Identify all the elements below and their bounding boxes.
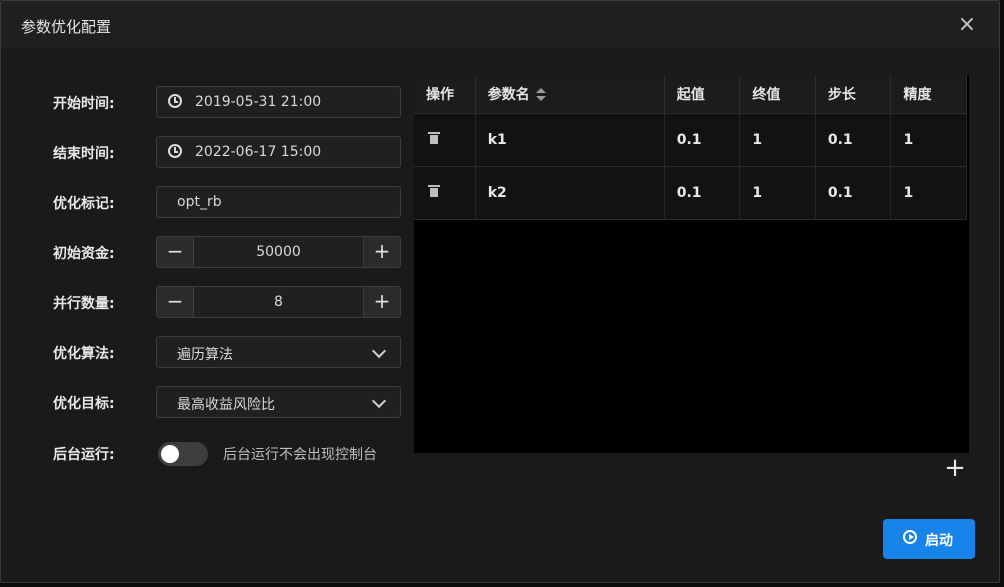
optimization-dialog: 参数优化配置 × 开始时间: 2019-05-31 21:00 结束时间: 20… (0, 0, 1000, 583)
play-icon (903, 530, 917, 544)
row-action-cell (414, 113, 476, 167)
start-time-value: 2019-05-31 21:00 (195, 94, 322, 110)
start-value-cell[interactable]: 0.1 (664, 113, 741, 167)
initial-capital-stepper: − 50000 + (156, 236, 401, 268)
trash-icon[interactable] (428, 132, 440, 144)
start-value-cell[interactable]: 0.1 (664, 166, 741, 220)
col-header-action: 操作 (414, 75, 476, 114)
opt-tag-input[interactable]: opt_rb (156, 186, 401, 218)
dialog-title: 参数优化配置 (21, 18, 112, 36)
col-header-step: 步长 (815, 75, 892, 114)
trash-icon[interactable] (428, 185, 440, 197)
opt-tag-value: opt_rb (177, 194, 222, 210)
add-row-button[interactable]: + (943, 455, 967, 481)
background-run-hint: 后台运行不会出现控制台 (223, 447, 377, 463)
objective-label: 优化目标: (53, 396, 115, 412)
params-table-container: 操作 参数名 起值 终值 步长 精度 k1 0.1 1 0.1 1 k2 0.1… (414, 75, 969, 453)
chevron-down-icon (371, 393, 387, 409)
initial-capital-value[interactable]: 50000 (194, 244, 363, 260)
start-time-input[interactable]: 2019-05-31 21:00 (156, 86, 401, 118)
col-header-start: 起值 (664, 75, 741, 114)
initial-capital-label: 初始资金: (53, 246, 115, 262)
background-run-label: 后台运行: (53, 447, 115, 463)
table-row: k2 0.1 1 0.1 1 (414, 166, 967, 220)
sort-icon[interactable] (535, 88, 546, 102)
algorithm-label: 优化算法: (53, 346, 115, 362)
decrement-button[interactable]: − (157, 287, 194, 317)
increment-button[interactable]: + (363, 287, 400, 317)
table-row: k1 0.1 1 0.1 1 (414, 113, 967, 167)
objective-value: 最高收益风险比 (177, 397, 275, 413)
end-time-label: 结束时间: (53, 146, 115, 162)
parallel-count-value[interactable]: 8 (194, 294, 363, 310)
col-header-precision: 精度 (890, 75, 967, 114)
parallel-count-label: 并行数量: (53, 296, 115, 312)
end-value-cell[interactable]: 1 (739, 166, 816, 220)
start-time-label: 开始时间: (53, 96, 115, 112)
clock-icon (168, 144, 182, 158)
toggle-knob (161, 445, 179, 463)
increment-button[interactable]: + (363, 237, 400, 267)
col-header-end: 终值 (739, 75, 816, 114)
start-button-label: 启动 (925, 533, 953, 549)
close-icon[interactable]: × (955, 13, 979, 37)
algorithm-select[interactable]: 遍历算法 (156, 336, 401, 368)
dialog-titlebar: 参数优化配置 × (1, 1, 999, 49)
table-header-row: 操作 参数名 起值 终值 步长 精度 (414, 75, 967, 114)
start-button[interactable]: 启动 (883, 519, 975, 559)
background-run-toggle[interactable] (158, 442, 208, 466)
step-cell[interactable]: 0.1 (815, 166, 892, 220)
col-header-param-name[interactable]: 参数名 (475, 75, 665, 114)
end-time-value: 2022-06-17 15:00 (195, 144, 322, 160)
objective-select[interactable]: 最高收益风险比 (156, 386, 401, 418)
params-table: 操作 参数名 起值 终值 步长 精度 k1 0.1 1 0.1 1 k2 0.1… (414, 75, 967, 220)
param-name-cell[interactable]: k1 (475, 113, 665, 167)
decrement-button[interactable]: − (157, 237, 194, 267)
parallel-count-stepper: − 8 + (156, 286, 401, 318)
precision-cell[interactable]: 1 (890, 166, 967, 220)
algorithm-value: 遍历算法 (177, 347, 233, 363)
precision-cell[interactable]: 1 (890, 113, 967, 167)
param-name-cell[interactable]: k2 (475, 166, 665, 220)
step-cell[interactable]: 0.1 (815, 113, 892, 167)
end-value-cell[interactable]: 1 (739, 113, 816, 167)
end-time-input[interactable]: 2022-06-17 15:00 (156, 136, 401, 168)
row-action-cell (414, 166, 476, 220)
clock-icon (168, 94, 182, 108)
chevron-down-icon (371, 343, 387, 359)
opt-tag-label: 优化标记: (53, 196, 115, 212)
